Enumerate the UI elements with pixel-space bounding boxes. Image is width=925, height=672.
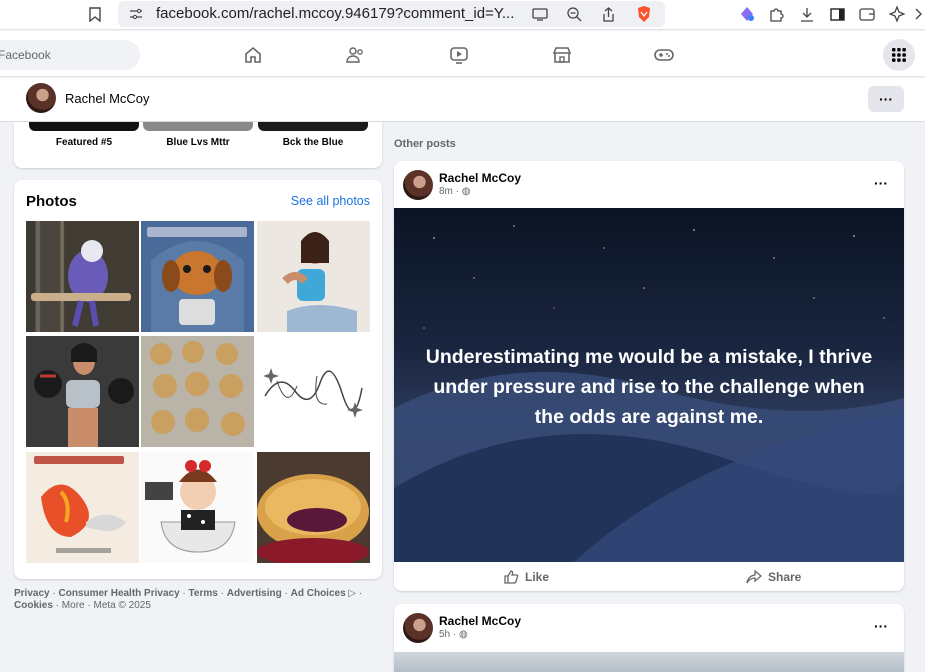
post-image[interactable]: Underestimating me would be a mistake, I… (394, 208, 904, 562)
brave-shield-icon[interactable] (634, 4, 654, 24)
share-button[interactable]: Share (746, 570, 801, 584)
post-quote-text: Underestimating me would be a mistake, I… (425, 346, 873, 428)
footer-link[interactable]: Advertising (227, 588, 282, 599)
extension-icon[interactable] (738, 5, 756, 23)
post-image[interactable] (394, 652, 904, 672)
footer-link[interactable]: Terms (189, 588, 218, 599)
address-bar[interactable]: facebook.com/rachel.mccoy.946179?comment… (118, 1, 665, 27)
photos-title: Photos (26, 193, 77, 210)
post-card: Rachel McCoy 5h · ◍ ··· (394, 604, 904, 672)
download-icon[interactable] (798, 5, 816, 23)
friends-icon[interactable] (344, 44, 366, 66)
featured-thumbnail[interactable] (29, 122, 139, 131)
avatar[interactable] (403, 613, 433, 643)
post-more-button[interactable]: ··· (874, 175, 888, 191)
photo-berry-pie[interactable] (257, 452, 370, 563)
globe-icon: ◍ (459, 629, 468, 640)
post-time[interactable]: 5h · ◍ (439, 629, 468, 640)
like-label: Like (525, 570, 550, 584)
post-time[interactable]: 8m · ◍ (439, 186, 471, 197)
sidebar-toggle-icon[interactable] (828, 5, 846, 23)
footer-links: Privacy · Consumer Health Privacy · Term… (14, 588, 363, 611)
post-card: Rachel McCoy 8m · ◍ ··· Underestimating … (394, 161, 904, 591)
post-time-text[interactable]: 8m (439, 186, 453, 197)
see-all-photos-link[interactable]: See all photos (291, 194, 370, 208)
featured-thumbnail[interactable] (143, 122, 253, 131)
browser-toolbar: facebook.com/rachel.mccoy.946179?comment… (0, 0, 925, 30)
profile-name[interactable]: Rachel McCoy (65, 91, 150, 106)
footer-link[interactable]: Consumer Health Privacy (58, 588, 179, 599)
site-settings-icon[interactable] (128, 6, 144, 22)
search-input[interactable]: Facebook (0, 40, 140, 70)
share-arrow-icon (746, 570, 762, 584)
post-author[interactable]: Rachel McCoy (439, 614, 521, 628)
other-posts-label: Other posts (394, 138, 456, 150)
post-time-text[interactable]: 5h (439, 629, 450, 640)
featured-label[interactable]: Blue Lvs Mttr (143, 137, 253, 148)
photo-calligraphy[interactable] (257, 336, 370, 447)
ad-choices-icon: ▷ (348, 588, 357, 599)
photo-boxer[interactable] (26, 336, 139, 447)
featured-label[interactable]: Featured #5 (29, 137, 139, 148)
chevron-right-icon[interactable] (912, 6, 924, 22)
photo-good-morning-girl[interactable] (141, 452, 254, 563)
puzzle-icon[interactable] (768, 5, 786, 23)
zoom-out-icon[interactable] (565, 5, 583, 23)
footer-link[interactable]: Cookies (14, 600, 53, 611)
photos-card: Photos See all photos (14, 180, 382, 579)
cast-icon[interactable] (531, 6, 549, 22)
share-label: Share (768, 570, 802, 584)
footer-link[interactable]: Privacy (14, 588, 50, 599)
photo-woman-sitting[interactable] (257, 221, 370, 332)
globe-icon: ◍ (461, 186, 471, 197)
avatar[interactable] (403, 170, 433, 200)
photo-cookies[interactable] (141, 336, 254, 447)
avatar[interactable] (26, 83, 56, 113)
photo-puppy-mug[interactable] (141, 221, 254, 332)
like-button[interactable]: Like (504, 570, 549, 584)
grid-icon (892, 48, 906, 62)
featured-thumbnail[interactable] (258, 122, 368, 131)
photo-parrot[interactable] (26, 221, 139, 332)
featured-card: Featured #5 Blue Lvs Mttr Bck the Blue (14, 122, 382, 168)
home-icon[interactable] (242, 44, 264, 66)
footer-more[interactable]: More (62, 600, 85, 611)
share-icon[interactable] (599, 5, 617, 23)
footer-copyright: Meta © 2025 (93, 600, 151, 611)
video-icon[interactable] (448, 44, 470, 66)
profile-more-button[interactable]: ··· (868, 86, 904, 112)
post-more-button[interactable]: ··· (874, 618, 888, 634)
facebook-top-nav: Facebook (0, 31, 925, 77)
url-text: facebook.com/rachel.mccoy.946179?comment… (156, 5, 515, 22)
thumbs-up-icon (504, 570, 519, 584)
leo-ai-icon[interactable] (888, 5, 906, 23)
bookmark-icon[interactable] (86, 5, 104, 23)
profile-header-bar: Rachel McCoy ··· (0, 78, 925, 122)
gaming-icon[interactable] (653, 44, 675, 66)
footer-link[interactable]: Ad Choices (291, 588, 346, 599)
wallet-icon[interactable] (858, 5, 876, 23)
featured-label[interactable]: Bck the Blue (258, 137, 368, 148)
post-author[interactable]: Rachel McCoy (439, 171, 521, 185)
photo-warrior-healer[interactable] (26, 452, 139, 563)
menu-grid-button[interactable] (883, 39, 915, 71)
marketplace-icon[interactable] (551, 44, 573, 66)
